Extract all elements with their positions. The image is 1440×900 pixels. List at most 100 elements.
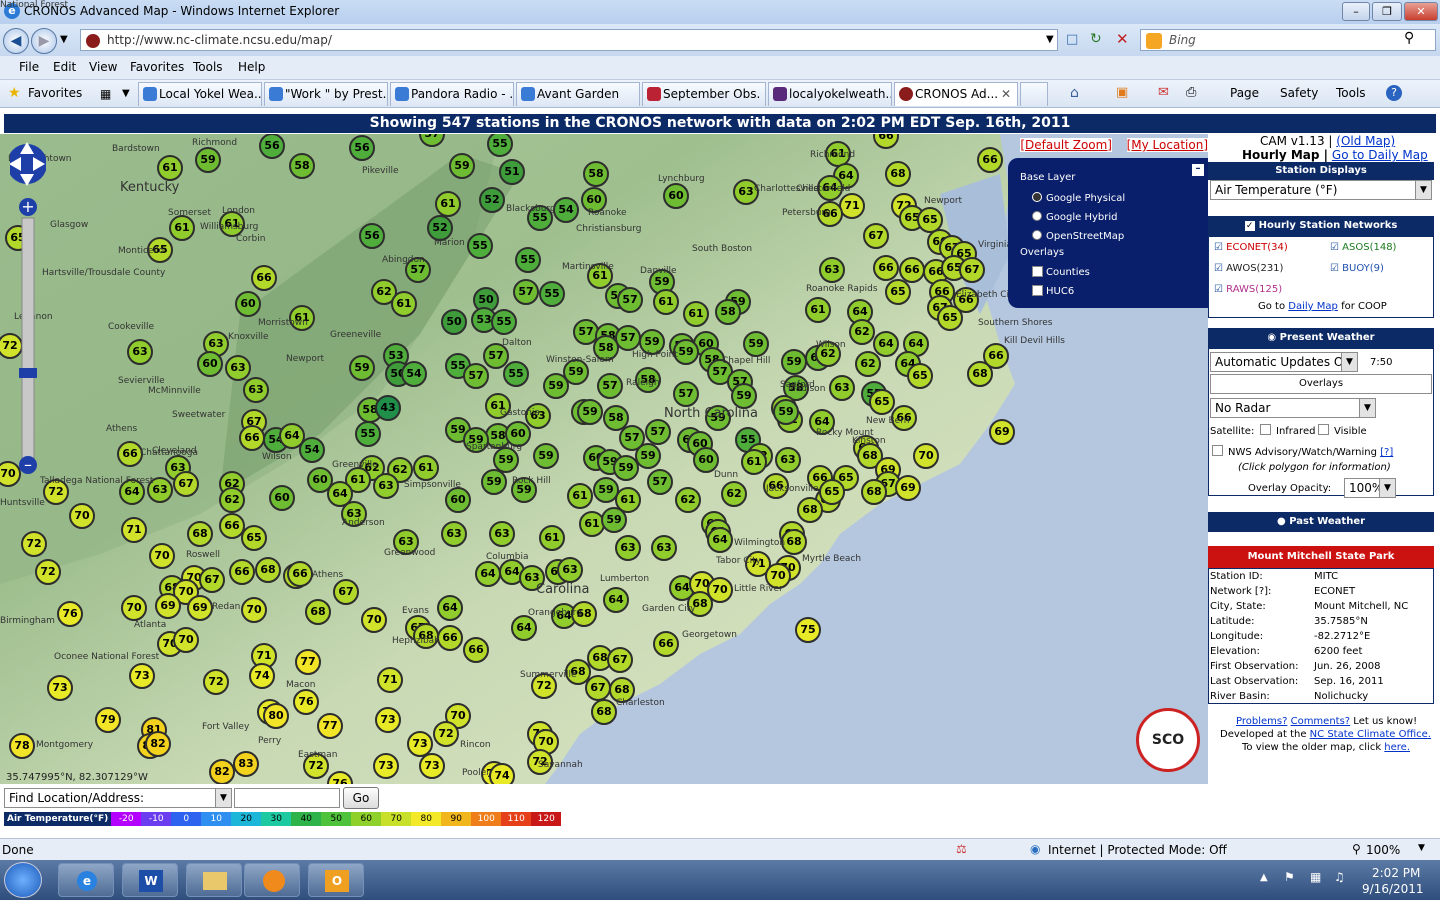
comments-link[interactable]: Comments? [1291,716,1351,727]
station-marker[interactable]: 76 [293,689,319,715]
station-marker[interactable]: 55 [527,205,553,231]
station-marker[interactable]: 57 [463,363,489,389]
station-marker[interactable]: 52 [479,187,505,213]
station-marker[interactable]: 59 [543,373,569,399]
station-marker[interactable]: 73 [419,753,445,779]
station-marker[interactable]: 63 [829,375,855,401]
station-marker[interactable]: 68 [255,557,281,583]
station-marker[interactable]: 55 [355,421,381,447]
station-marker[interactable]: 61 [539,525,565,551]
station-marker[interactable]: 63 [341,501,367,527]
station-marker[interactable]: 63 [819,257,845,283]
nws-help-link[interactable]: [?] [1380,447,1393,458]
station-marker[interactable]: 61 [157,155,183,181]
station-marker[interactable]: 68 [967,361,993,387]
station-marker[interactable]: 60 [445,487,471,513]
station-marker[interactable]: 70 [241,597,267,623]
tab-local-yokel[interactable]: Local Yokel Wea... [138,82,262,106]
station-marker[interactable]: 63 [733,179,759,205]
station-marker[interactable]: 60 [235,291,261,317]
older-map-link[interactable]: here. [1384,742,1410,753]
zoom-control[interactable]: + – [7,138,47,478]
station-marker[interactable]: 58 [635,367,661,393]
station-marker[interactable]: 72 [21,531,47,557]
clock-time[interactable]: 2:02 PM [1372,866,1420,880]
station-marker[interactable]: 68 [305,599,331,625]
home-icon[interactable]: ⌂ [1070,85,1079,101]
station-marker[interactable]: 67 [863,223,889,249]
station-marker[interactable]: 66 [873,255,899,281]
station-marker[interactable]: 69 [989,419,1015,445]
station-marker[interactable]: 56 [259,134,285,159]
problems-link[interactable]: Problems? [1236,716,1287,727]
station-marker[interactable]: 60 [581,187,607,213]
close-tab-icon[interactable]: ✕ [1001,83,1011,105]
station-marker[interactable]: 70 [149,543,175,569]
stop-icon[interactable]: ✕ [1116,30,1129,48]
action-center-flag-icon[interactable]: ⚑ [1284,870,1295,884]
history-dropdown-icon[interactable]: ▼ [60,34,68,45]
station-marker[interactable]: 52 [427,215,453,241]
my-location-link[interactable]: [My Location] [1126,138,1208,152]
station-marker[interactable]: 64 [437,595,463,621]
station-marker[interactable]: 70 [173,627,199,653]
find-location-select[interactable]: Find Location/Address: ▼ [4,788,232,808]
station-marker[interactable]: 43 [375,395,401,421]
station-marker[interactable]: 61 [741,449,767,475]
default-zoom-link[interactable]: [Default Zoom] [1020,138,1112,152]
station-marker[interactable]: 57 [673,381,699,407]
station-marker[interactable]: 54 [553,197,579,223]
mail-icon[interactable]: ✉ [1158,85,1169,100]
station-marker[interactable]: 59 [773,399,799,425]
station-marker[interactable]: 64 [475,561,501,587]
station-marker[interactable]: 64 [817,175,843,201]
menu-favorites[interactable]: Favorites [130,60,184,74]
station-marker[interactable]: 57 [405,257,431,283]
station-marker[interactable]: 63 [147,477,173,503]
station-marker[interactable]: 54 [401,361,427,387]
station-marker[interactable]: 59 [635,443,661,469]
station-marker[interactable]: 50 [441,309,467,335]
check-icon[interactable]: ✓ [1244,221,1255,231]
station-marker[interactable]: 77 [295,649,321,675]
network-econet[interactable]: ☑ ECONET(34) [1214,242,1288,253]
station-marker[interactable]: 66 [763,473,789,499]
station-marker[interactable]: 67 [173,471,199,497]
station-marker[interactable]: 63 [373,473,399,499]
go-button[interactable]: Go [343,787,379,809]
station-marker[interactable]: 65 [869,389,895,415]
station-marker[interactable]: 72 [303,753,329,779]
tab-avant-garden[interactable]: Avant Garden [516,82,640,106]
radar-select[interactable]: No Radar ▼ [1210,398,1376,418]
refresh-icon[interactable]: ↻ [1090,31,1102,47]
climate-office-link[interactable]: NC State Climate Office. [1310,729,1431,740]
station-marker[interactable]: 68 [609,677,635,703]
station-marker[interactable]: 63 [393,529,419,555]
quick-tabs-icon[interactable]: ▦ [100,87,111,101]
station-marker[interactable]: 57 [597,373,623,399]
station-marker[interactable]: 62 [721,481,747,507]
checkbox-visible[interactable] [1318,424,1329,435]
station-marker[interactable]: 62 [219,487,245,513]
station-marker[interactable]: 60 [663,183,689,209]
show-hidden-icons[interactable]: ▲ [1260,872,1268,883]
page-menu[interactable]: Page [1230,86,1259,100]
station-marker[interactable]: 67 [199,567,225,593]
station-marker[interactable]: 72 [35,559,61,585]
explorer-taskbar-icon[interactable] [186,863,242,897]
station-marker[interactable]: 78 [9,733,35,759]
compatibility-view-icon[interactable]: □ [1066,32,1078,47]
station-marker[interactable]: 67 [959,257,985,283]
station-marker[interactable]: 76 [57,601,83,627]
radio-icon[interactable]: ● [1277,516,1286,527]
station-marker[interactable]: 63 [775,447,801,473]
station-marker[interactable]: 66 [239,425,265,451]
word-taskbar-icon[interactable]: W [122,863,178,897]
feeds-icon[interactable]: ▣ [1116,85,1128,100]
station-marker[interactable]: 59 [449,153,475,179]
station-marker[interactable]: 61 [391,291,417,317]
location-input[interactable] [234,788,340,808]
station-marker[interactable]: 66 [437,625,463,651]
station-marker[interactable]: 66 [117,441,143,467]
station-marker[interactable]: 70 [69,503,95,529]
